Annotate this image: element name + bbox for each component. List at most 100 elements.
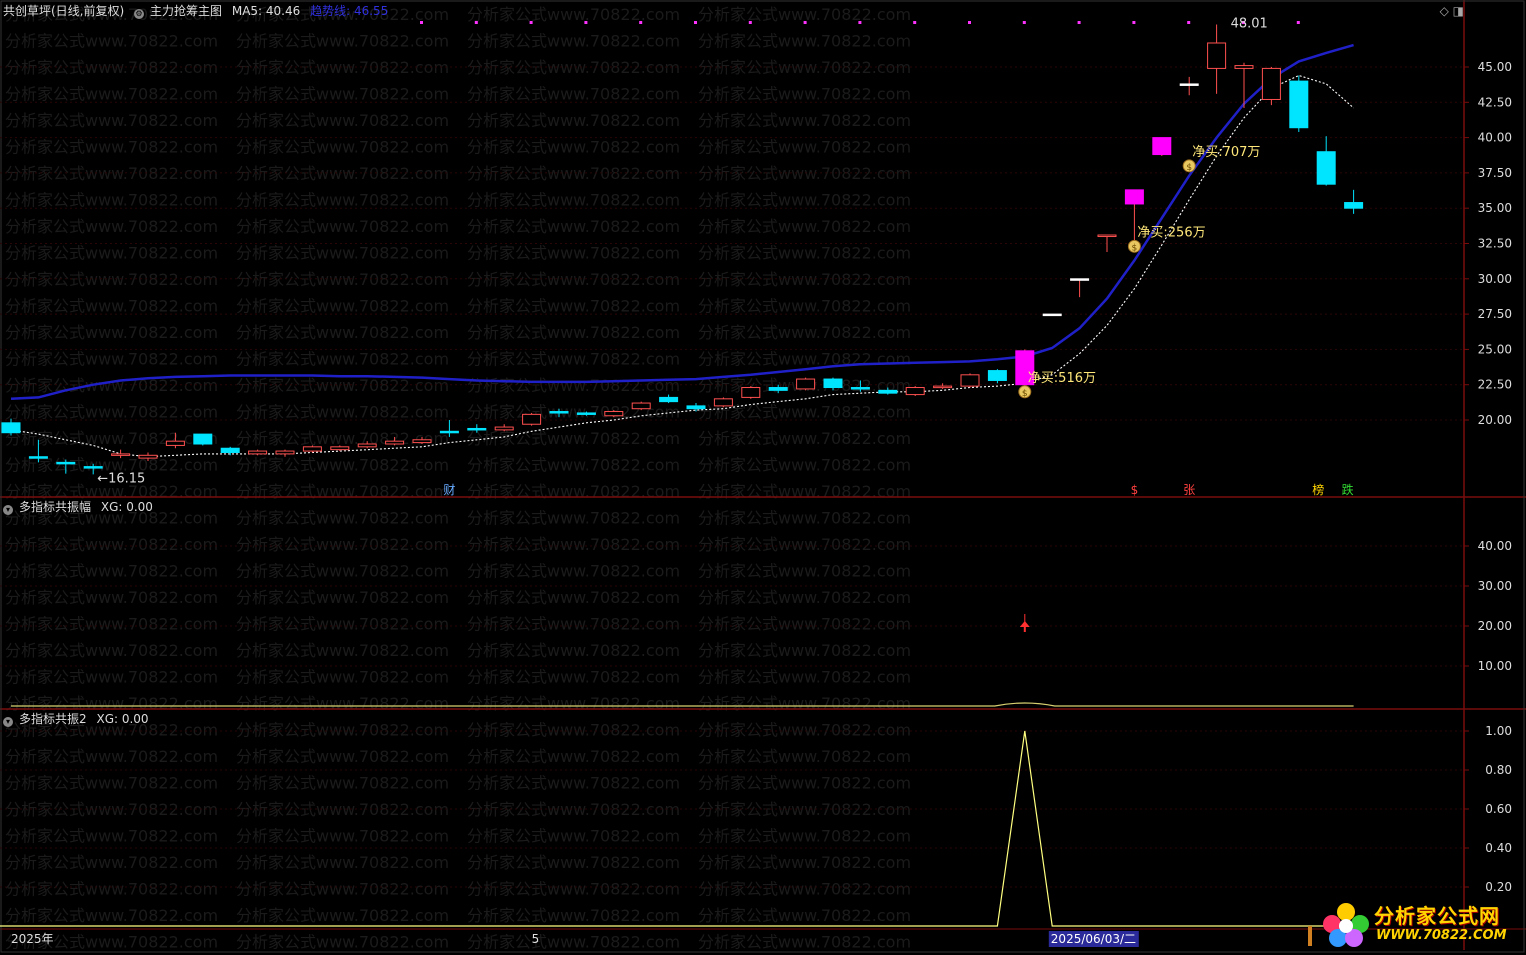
indicator-name[interactable]: 主力抢筹主图 (150, 4, 222, 18)
signal-dot (529, 21, 533, 24)
candle-body (385, 440, 405, 445)
candle-body (604, 411, 624, 417)
watermark-text: 分析家公式www.70822.com (467, 164, 680, 183)
candle-body (1, 422, 21, 434)
watermark-text: 分析家公式www.70822.com (236, 376, 449, 395)
cursor-date-label: 2025/06/03/二 (1051, 932, 1136, 946)
candle-body (330, 446, 350, 451)
watermark-text: 分析家公式www.70822.com (236, 509, 449, 528)
watermark-text: 分析家公式www.70822.com (698, 58, 911, 77)
candle-body (686, 405, 706, 410)
watermark-text: 分析家公式www.70822.com (236, 297, 449, 316)
ma-dotted-line (10, 74, 1354, 458)
candle-body (631, 402, 651, 410)
watermark-text: 分析家公式www.70822.com (698, 138, 911, 157)
trend-value: 趋势线: 46.55 (310, 4, 389, 18)
panel2-title[interactable]: 多指标共振幅 (19, 500, 91, 514)
watermark-text: 分析家公式www.70822.com (467, 191, 680, 210)
candle-body (1316, 151, 1336, 185)
signal-dot (584, 21, 588, 24)
watermark-text: 分析家公式www.70822.com (467, 244, 680, 263)
signal-dot (639, 21, 643, 24)
watermark-text: 分析家公式www.70822.com (467, 429, 680, 448)
candle (1152, 137, 1172, 156)
watermark-text: 分析家公式www.70822.com (467, 853, 680, 872)
watermark-text: 分析家公式www.70822.com (698, 297, 911, 316)
watermark-text: 分析家公式www.70822.com (236, 588, 449, 607)
settings-icon[interactable]: ⚙ (134, 9, 145, 19)
signal-dot (474, 21, 478, 24)
price-tick-label: 45.00 (1478, 60, 1512, 74)
candle (248, 449, 268, 456)
stock-title[interactable]: 共创草坪(日线,前复权) (3, 4, 124, 18)
watermark-text: 分析家公式www.70822.com (467, 827, 680, 846)
watermark-text: 分析家公式www.70822.com (5, 376, 218, 395)
watermark-text: 分析家公式www.70822.com (467, 800, 680, 819)
watermark-text: 分析家公式www.70822.com (467, 721, 680, 740)
watermark-text: 分析家公式www.70822.com (236, 429, 449, 448)
watermark-text: 分析家公式www.70822.com (698, 800, 911, 819)
candle (1070, 278, 1090, 298)
watermark-text: 分析家公式www.70822.com (5, 244, 218, 263)
candle (933, 383, 953, 389)
watermark-text: 分析家公式www.70822.com (5, 535, 218, 554)
panel3-title[interactable]: 多指标共振2 (19, 712, 87, 726)
watermark-text: 分析家公式www.70822.com (698, 270, 911, 289)
candle (193, 433, 213, 446)
panel2-xg: XG: 0.00 (100, 500, 153, 514)
panel-controls: ◇ ◨ (1440, 4, 1464, 18)
watermark-text: 分析家公式www.70822.com (698, 747, 911, 766)
watermark-text: 分析家公式www.70822.com (467, 906, 680, 925)
collapse-icon[interactable]: ▾ (3, 717, 13, 727)
watermark-text: 分析家公式www.70822.com (5, 164, 218, 183)
signal-dot (858, 21, 862, 24)
candle-body (494, 426, 514, 431)
watermark-text: 分析家公式www.70822.com (467, 5, 680, 24)
watermark-text: 分析家公式www.70822.com (236, 217, 449, 236)
ma5-value: MA5: 40.46 (231, 4, 301, 18)
diamond-icon[interactable]: ◇ (1440, 4, 1449, 18)
watermark-text: 分析家公式www.70822.com (236, 933, 449, 952)
watermark-text: 分析家公式www.70822.com (698, 111, 911, 130)
candle-body (439, 430, 459, 434)
watermark-text: 分析家公式www.70822.com (236, 58, 449, 77)
watermark-text: 分析家公式www.70822.com (698, 615, 911, 634)
candle-body (1261, 67, 1281, 100)
watermark-text: 分析家公式www.70822.com (467, 58, 680, 77)
watermark-text: 分析家公式www.70822.com (698, 933, 911, 952)
candle-body (302, 446, 322, 452)
watermark-text: 分析家公式www.70822.com (698, 721, 911, 740)
candle-body (1207, 42, 1227, 69)
candle-body (138, 454, 158, 459)
price-tick-label: 25.00 (1478, 342, 1512, 356)
watermark-text: 分析家公式www.70822.com (698, 694, 911, 713)
watermark-text: 分析家公式www.70822.com (236, 164, 449, 183)
candle-body (1234, 65, 1254, 69)
candle (494, 424, 514, 432)
price-marker: 48.01 (1231, 16, 1268, 31)
watermark-text: 分析家公式www.70822.com (467, 509, 680, 528)
event-tag: 财 (443, 483, 455, 497)
watermark-text: 分析家公式www.70822.com (698, 827, 911, 846)
money-bag-icon-glyph: $ (1022, 389, 1028, 399)
watermark-text: 分析家公式www.70822.com (467, 562, 680, 581)
watermark-text: 分析家公式www.70822.com (5, 562, 218, 581)
scroll-handle (1308, 926, 1312, 946)
resonance-tick-label: 0.40 (1485, 841, 1512, 855)
price-tick-label: 42.50 (1478, 95, 1512, 109)
collapse-icon[interactable]: ▾ (3, 505, 13, 515)
price-tick-label: 37.50 (1478, 166, 1512, 180)
watermark-text: 分析家公式www.70822.com (698, 191, 911, 210)
candle (987, 369, 1007, 384)
window-icon[interactable]: ◨ (1453, 4, 1464, 18)
candle (659, 394, 679, 404)
candle-body (878, 389, 898, 394)
watermark-text: 分析家公式www.70822.com (5, 774, 218, 793)
stock-chart[interactable]: 分析家公式www.70822.com 分析家公式www.70822.com 分析家公… (0, 0, 1526, 955)
watermark-text: 分析家公式www.70822.com (467, 217, 680, 236)
amp-tick-label: 40.00 (1478, 539, 1512, 553)
watermark-text: 分析家公式www.70822.com (467, 880, 680, 899)
watermark-text: 分析家公式www.70822.com (467, 270, 680, 289)
watermark-text: 分析家公式www.70822.com (236, 800, 449, 819)
candle-body (522, 413, 542, 425)
